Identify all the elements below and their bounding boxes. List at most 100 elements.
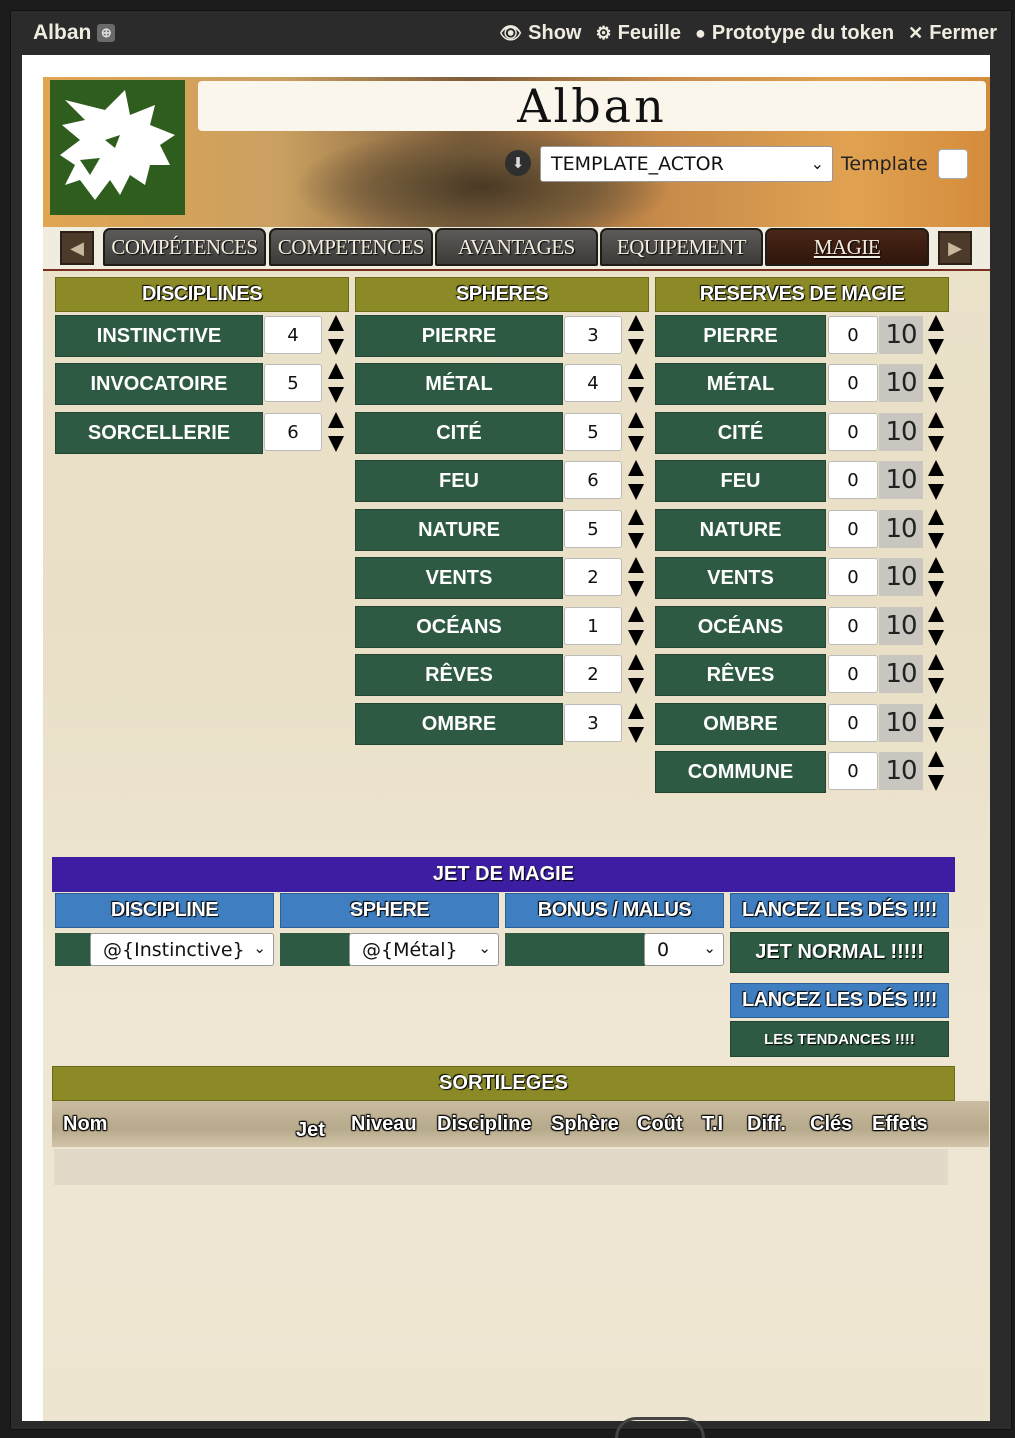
background-emblem [615,1417,705,1438]
reserve-stepper[interactable] [928,460,944,500]
reserve-value-input[interactable]: 0 [828,413,878,451]
discipline-value-input[interactable]: 6 [264,413,322,451]
prototype-token-button[interactable]: ● Prototype du token [695,22,894,45]
globe-icon[interactable]: ⊕ [97,24,116,42]
col-effets[interactable]: Effets [872,1113,928,1136]
reserve-label: COMMUNE [655,751,826,793]
tab-competences-accent[interactable]: COMPÉTENCES [103,228,266,266]
reserve-value-input[interactable]: 0 [828,558,878,596]
user-circle-icon: ● [694,22,706,43]
chevron-down-icon: ⌄ [810,154,824,173]
sphere-stepper[interactable] [628,363,644,403]
reserve-value-input[interactable]: 0 [828,316,878,354]
col-ti[interactable]: T.I [702,1113,723,1136]
template-select[interactable]: TEMPLATE_ACTOR ⌄ [540,146,833,182]
jet-sphere-select[interactable]: @{Métal} ⌄ [349,933,499,966]
sphere-value-input[interactable]: 4 [564,364,622,402]
jet-bonus-select[interactable]: 0 ⌄ [644,933,724,966]
tab-magie[interactable]: MAGIE [765,228,929,266]
sphere-stepper[interactable] [628,412,644,452]
discipline-value-input[interactable]: 4 [264,316,322,354]
sphere-stepper[interactable] [628,557,644,597]
reserve-value-input[interactable]: 0 [828,752,878,790]
jet-discipline-select[interactable]: @{Instinctive} ⌄ [90,933,274,966]
reserve-value-input[interactable]: 0 [828,607,878,645]
reserve-stepper[interactable] [928,654,944,694]
reserve-stepper[interactable] [928,606,944,646]
window-title-text: Alban [33,21,92,44]
reserve-value-input[interactable]: 0 [828,510,878,548]
sphere-stepper[interactable] [628,654,644,694]
tab-equipement[interactable]: EQUIPEMENT [600,228,763,266]
reserve-label: VENTS [655,557,826,599]
reserve-stepper[interactable] [928,363,944,403]
sphere-stepper[interactable] [628,460,644,500]
discipline-stepper[interactable] [328,412,344,452]
sortileges-empty-row [54,1149,948,1185]
reserve-label: OMBRE [655,703,826,745]
reserve-stepper[interactable] [928,703,944,743]
show-button[interactable]: 👁 Show [499,22,581,45]
col-nom[interactable]: Nom [63,1113,107,1136]
reserve-max: 10 [879,510,923,548]
sphere-value-input[interactable]: 6 [564,461,622,499]
col-sphere[interactable]: Sphère [551,1113,619,1136]
character-name[interactable]: Alban [198,79,986,133]
reserve-stepper[interactable] [928,315,944,355]
col-diff[interactable]: Diff. [747,1113,786,1136]
sphere-label: FEU [355,460,563,502]
sphere-label: MÉTAL [355,363,563,405]
col-jet[interactable]: Jet [296,1119,325,1142]
reserve-value-input[interactable]: 0 [828,461,878,499]
col-niveau[interactable]: Niveau [351,1113,417,1136]
sphere-stepper[interactable] [628,703,644,743]
jet-discipline-header: DISCIPLINE [55,893,274,928]
sphere-value-input[interactable]: 2 [564,655,622,693]
reserve-label: RÊVES [655,654,826,696]
close-button[interactable]: ✕ Fermer [908,22,997,45]
sphere-stepper[interactable] [628,509,644,549]
chevron-down-icon: ⌄ [703,939,716,957]
reserve-stepper[interactable] [928,412,944,452]
sphere-value-input[interactable]: 5 [564,510,622,548]
window-title: Alban ⊕ [33,21,116,45]
chevron-down-icon: ⌄ [478,939,491,957]
reserve-stepper[interactable] [928,751,944,791]
sphere-value-input[interactable]: 3 [564,704,622,742]
jet-normal-button[interactable]: JET NORMAL !!!!! [730,932,949,973]
template-label: Template [841,153,928,175]
jet-bonus-cell [505,933,645,966]
jet-roll-header-2: LANCEZ LES DÉS !!!! [730,983,949,1018]
discipline-stepper[interactable] [328,315,344,355]
sphere-stepper[interactable] [628,315,644,355]
col-discipline[interactable]: Discipline [437,1113,531,1136]
sphere-value-input[interactable]: 3 [564,316,622,354]
discipline-stepper[interactable] [328,363,344,403]
sphere-stepper[interactable] [628,606,644,646]
reserve-stepper[interactable] [928,509,944,549]
download-icon[interactable]: ⬇ [505,150,531,176]
template-checkbox[interactable] [938,149,968,179]
sphere-label: VENTS [355,557,563,599]
template-select-value: TEMPLATE_ACTOR [551,153,724,175]
disciplines-header: DISCIPLINES [55,277,349,312]
tab-bar: ◀ COMPÉTENCES COMPETENCES AVANTAGES EQUI… [43,227,990,271]
jet-roll-header: LANCEZ LES DÉS !!!! [730,893,949,928]
reserve-value-input[interactable]: 0 [828,364,878,402]
discipline-value-input[interactable]: 5 [264,364,322,402]
col-cout[interactable]: Coût [637,1113,683,1136]
tab-competences[interactable]: COMPETENCES [269,228,433,266]
chevron-down-icon: ⌄ [253,939,266,957]
col-cles[interactable]: Clés [810,1113,852,1136]
les-tendances-button[interactable]: LES TENDANCES !!!! [730,1021,949,1057]
tab-avantages[interactable]: AVANTAGES [435,228,598,266]
sphere-value-input[interactable]: 1 [564,607,622,645]
feuille-button[interactable]: ⚙ Feuille [595,22,681,45]
reserve-value-input[interactable]: 0 [828,704,878,742]
tab-scroll-right-icon[interactable]: ▶ [938,231,972,265]
reserve-value-input[interactable]: 0 [828,655,878,693]
sphere-value-input[interactable]: 5 [564,413,622,451]
sphere-value-input[interactable]: 2 [564,558,622,596]
tab-scroll-left-icon[interactable]: ◀ [60,231,94,265]
reserve-stepper[interactable] [928,557,944,597]
